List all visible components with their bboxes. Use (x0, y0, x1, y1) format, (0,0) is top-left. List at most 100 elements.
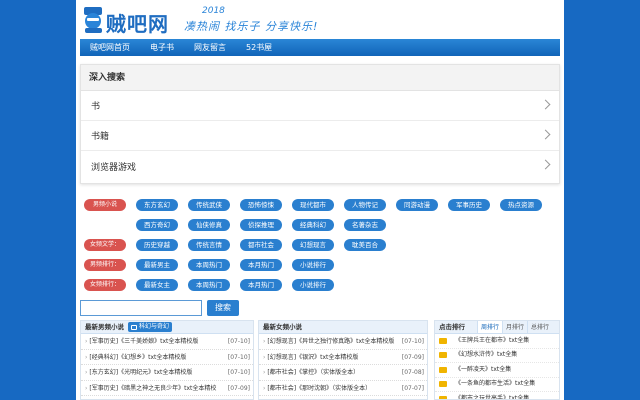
list-item-date: [07-09] (401, 353, 424, 361)
deep-search-row-label: 浏览器游戏 (91, 162, 137, 173)
folder-icon (439, 366, 447, 373)
category-tag[interactable]: 同游动漫 (396, 199, 438, 211)
list-item[interactable]: › [军事历史]《暗黑之神之无良少年》txt全本精校 [07-09] (81, 381, 253, 396)
panel-category-badge[interactable]: 科幻与奇幻 (128, 322, 173, 332)
main-nav: 贼吧网首页 电子书 网友留言 52书屋 (80, 39, 560, 56)
site-logo-text[interactable]: 贼吧网 (106, 8, 169, 37)
category-tag[interactable]: 传统武侠 (188, 199, 230, 211)
tab-weekly-ranking[interactable]: 周排行 (477, 321, 503, 333)
ranking-tag[interactable]: 本月热门 (240, 259, 282, 271)
category-tag[interactable]: 军事历史 (448, 199, 490, 211)
latest-male-novels-panel: 最新男频小说 科幻与奇幻 › [军事历史]《三千美娇娘》txt全本精校版 [07… (80, 320, 254, 400)
list-item-date: [07-07] (401, 384, 424, 392)
category-tags: 男频小说 东方玄幻 传统武侠 恐怖惊悚 现代都市 人物传记 同游动漫 军事历史 … (80, 196, 560, 296)
deep-search-row[interactable]: 书 (81, 91, 559, 121)
folder-icon (439, 395, 447, 399)
category-tag[interactable]: 西方奇幻 (136, 219, 178, 231)
ranking-tag[interactable]: 本月热门 (240, 279, 282, 291)
folder-icon (439, 381, 447, 388)
list-item[interactable]: › [幻想现言]《银沢》txt全本精校版 [07-09] (259, 350, 427, 365)
category-tag[interactable]: 传统言情 (188, 239, 230, 251)
nav-item-52shuwu[interactable]: 52书屋 (236, 39, 282, 56)
site-search: 搜索 (80, 300, 239, 316)
nav-item-home[interactable]: 贼吧网首页 (80, 39, 140, 56)
list-item-date: [07-10] (227, 353, 250, 361)
panel-title: 点击排行 (439, 323, 465, 331)
site-slogan: 凑热闹 找乐子 分享快乐! (184, 20, 319, 33)
bullet-icon: › (263, 353, 266, 361)
bullet-icon: › (85, 353, 88, 361)
ranking-item-title: 《一条鱼的都市生活》txt全集 (455, 380, 536, 387)
category-tag[interactable]: 仙侠修真 (188, 219, 230, 231)
ranking-tag[interactable]: 最新女主 (136, 279, 178, 291)
category-tag[interactable]: 侦探推理 (240, 219, 282, 231)
nav-item-guestbook[interactable]: 网友留言 (184, 39, 236, 56)
tag-row-label: 女频文学： (84, 239, 126, 251)
list-item-date: [07-10] (227, 369, 250, 376)
tag-row-male-ranking: 男频排行： 最新男主 本周热门 本月热门 小说排行 (80, 256, 560, 274)
click-ranking-panel: 点击排行 周排行 月排行 总排行 《王牌兵王在都市》txt全集 《幻想水浒传》t… (434, 320, 560, 400)
ranking-tag[interactable]: 本周热门 (188, 259, 230, 271)
list-item-date: [07-10] (401, 338, 424, 345)
tab-monthly-ranking[interactable]: 月排行 (502, 321, 527, 333)
category-tag[interactable]: 经典科幻 (292, 219, 334, 231)
category-tag[interactable]: 热点资源 (500, 199, 542, 211)
tag-row-label: 女频排行： (84, 279, 126, 291)
ranking-tag[interactable]: 最新男主 (136, 259, 178, 271)
category-tag[interactable]: 现代都市 (292, 199, 334, 211)
panel-title: 最新男频小说 (85, 322, 124, 331)
category-tag[interactable]: 耽美百合 (344, 239, 386, 251)
list-item-title: [军事历史]《暗黑之神之无良少年》txt全本精校 (89, 384, 217, 392)
deep-search-row[interactable]: 浏览器游戏 (81, 151, 559, 181)
ranking-item[interactable]: 《一醉凌天》txt全集 (435, 363, 559, 378)
tab-total-ranking[interactable]: 总排行 (527, 321, 552, 333)
bullet-icon: › (85, 384, 88, 392)
chevron-right-icon (540, 99, 551, 110)
category-tag[interactable]: 都市社会 (240, 239, 282, 251)
panel-badge-label: 科幻与奇幻 (139, 323, 170, 330)
category-tag[interactable]: 人物传记 (344, 199, 386, 211)
ranking-item[interactable]: 《幻想水浒传》txt全集 (435, 349, 559, 363)
ranking-item[interactable]: 《都市之玩世高手》txt全集 (435, 392, 559, 400)
slogan-year: 2018 (202, 6, 225, 16)
category-tag[interactable]: 历史穿越 (136, 239, 178, 251)
folder-icon (439, 337, 447, 344)
list-item[interactable]: › [幻想现言]《异世之独行修真路》txt全本精校版 [07-10] (259, 334, 427, 350)
ranking-item[interactable]: 《一条鱼的都市生活》txt全集 (435, 378, 559, 392)
list-item[interactable]: › [经典科幻]《幻想乡》txt全本精校版 [07-10] (81, 350, 253, 365)
folder-icon (439, 352, 447, 359)
nav-item-ebooks[interactable]: 电子书 (140, 39, 184, 56)
panel-header: 最新男频小说 科幻与奇幻 (81, 321, 253, 334)
list-item[interactable]: › [东方玄幻]《光明纪元》txt全本精校版 [07-10] (81, 365, 253, 381)
bullet-icon: › (263, 338, 266, 345)
category-tag[interactable]: 恐怖惊悚 (240, 199, 282, 211)
list-item[interactable]: › [军事历史]《三千美娇娘》txt全本精校版 [07-10] (81, 334, 253, 350)
search-input[interactable] (80, 300, 202, 316)
search-button[interactable]: 搜索 (207, 300, 239, 316)
latest-female-novels-panel: 最新女频小说 › [幻想现言]《异世之独行修真路》txt全本精校版 [07-10… (258, 320, 428, 400)
tag-row-male-novels: 男频小说 东方玄幻 传统武侠 恐怖惊悚 现代都市 人物传记 同游动漫 军事历史 … (80, 196, 560, 214)
deep-search-row[interactable]: 书籍 (81, 121, 559, 151)
page-container: 贼吧网 2018 凑热闹 找乐子 分享快乐! 贼吧网首页 电子书 网友留言 52… (76, 0, 564, 400)
category-tag[interactable]: 东方玄幻 (136, 199, 178, 211)
ranking-tag[interactable]: 小说排行 (292, 259, 334, 271)
list-item-title: [幻想现言]《银沢》txt全本精校版 (267, 353, 359, 361)
ranking-item-title: 《都市之玩世高手》txt全集 (455, 394, 530, 400)
tag-row-female-literature: 女频文学： 历史穿越 传统言情 都市社会 幻想现言 耽美百合 (80, 236, 560, 254)
list-item[interactable]: › [都市社会]《掌控》（实体版全本） [07-08] (259, 365, 427, 381)
ranking-tag[interactable]: 本周热门 (188, 279, 230, 291)
deep-search-title: 深入搜索 (81, 65, 559, 91)
bullet-icon: › (263, 384, 266, 392)
bullet-icon: › (263, 369, 266, 376)
bullet-icon: › (85, 369, 88, 376)
bullet-icon: › (85, 338, 88, 345)
category-tag[interactable]: 名著杂志 (344, 219, 386, 231)
tag-row-male-novels-continued: 西方奇幻 仙侠修真 侦探推理 经典科幻 名著杂志 (80, 216, 560, 234)
ranking-item[interactable]: 《王牌兵王在都市》txt全集 (435, 334, 559, 349)
category-tag[interactable]: 幻想现言 (292, 239, 334, 251)
list-item[interactable]: › [都市社会]《那时沈朝》（实体版全本） [07-07] (259, 381, 427, 396)
chevron-right-icon (540, 159, 551, 170)
ranking-tag[interactable]: 小说排行 (292, 279, 334, 291)
tag-row-label: 男频排行： (84, 259, 126, 271)
tag-row-label: 男频小说 (84, 199, 126, 211)
